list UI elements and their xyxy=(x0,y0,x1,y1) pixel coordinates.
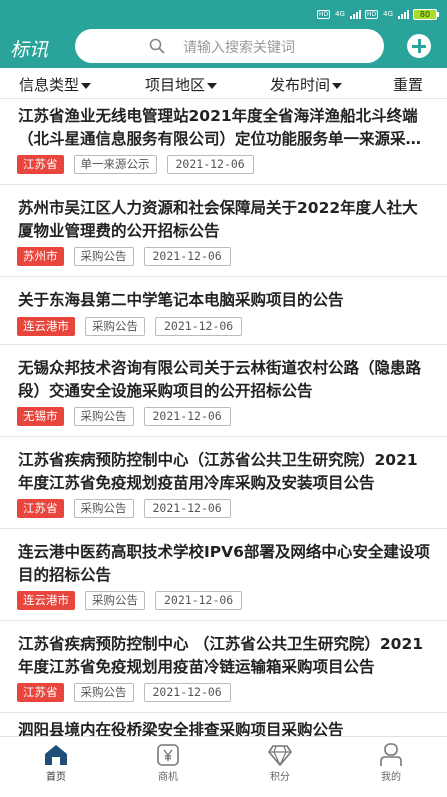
type-tag: 采购公告 xyxy=(85,591,145,610)
search-icon xyxy=(149,38,165,54)
home-icon xyxy=(45,745,67,765)
network-type-label-2: 4G xyxy=(383,9,393,18)
item-title: 无锡众邦技术咨询有限公司关于云林街道农村公路（隐患路段）交通安全设施采购项目的公… xyxy=(18,359,422,400)
caret-down-icon xyxy=(332,82,343,89)
date-tag: 2021-12-06 xyxy=(155,591,243,610)
item-tags: 江苏省 单一来源公示 2021-12-06 xyxy=(17,155,254,174)
list-item[interactable]: 连云港中医药高职技术学校IPV6部署及网络中心安全建设项目的招标公告 连云港市 … xyxy=(0,528,447,620)
filter-info-type[interactable]: 信息类型 xyxy=(19,74,92,95)
caret-down-icon xyxy=(81,82,92,89)
nav-home[interactable]: 首页 xyxy=(0,737,112,797)
filter-bar: 信息类型 项目地区 发布时间 重置 xyxy=(0,68,447,98)
search-placeholder: 请输入搜索关键词 xyxy=(183,40,295,56)
app-header: HD 4G HD 4G 80 标讯 请输入搜索关键词 xyxy=(0,0,447,68)
item-title: 关于东海县第二中学笔记本电脑采购项目的公告 xyxy=(18,291,344,309)
status-bar: HD 4G HD 4G 80 xyxy=(0,0,447,26)
search-input[interactable]: 请输入搜索关键词 xyxy=(75,29,384,63)
region-tag: 无锡市 xyxy=(17,407,64,426)
nav-home-label: 首页 xyxy=(46,772,66,783)
region-tag: 连云港市 xyxy=(17,591,75,610)
filter-publish-time-label: 发布时间 xyxy=(270,76,331,94)
battery-level: 80 xyxy=(413,8,437,20)
nav-mine-label: 我的 xyxy=(381,772,401,783)
type-tag: 采购公告 xyxy=(73,247,134,266)
nav-points[interactable]: 积分 xyxy=(224,737,336,797)
item-title: 江苏省疾病预防控制中心 （江苏省公共卫生研究院）2021年度江苏省免疫规划用疫苗… xyxy=(18,635,424,676)
date-tag: 2021-12-06 xyxy=(143,499,231,518)
region-tag: 苏州市 xyxy=(17,247,64,266)
diamond-icon xyxy=(268,745,292,767)
region-tag: 江苏省 xyxy=(17,683,64,702)
date-tag: 2021-12-06 xyxy=(166,155,254,174)
nav-business-label: 商机 xyxy=(158,772,178,783)
filter-project-region[interactable]: 项目地区 xyxy=(145,74,218,95)
item-title: 苏州市吴江区人力资源和社会保障局关于2022年度人社大厦物业管理费的公开招标公告 xyxy=(18,199,418,240)
region-tag: 连云港市 xyxy=(17,317,75,336)
bottom-nav: 首页 商机 积分 我的 xyxy=(0,736,447,797)
date-tag: 2021-12-06 xyxy=(155,317,243,336)
type-tag: 采购公告 xyxy=(85,317,145,336)
item-tags: 连云港市 采购公告 2021-12-06 xyxy=(17,317,243,336)
date-tag: 2021-12-06 xyxy=(143,247,231,266)
list-item[interactable]: 苏州市吴江区人力资源和社会保障局关于2022年度人社大厦物业管理费的公开招标公告… xyxy=(0,184,447,276)
app-title: 标讯 xyxy=(10,39,49,61)
item-tags: 连云港市 采购公告 2021-12-06 xyxy=(17,591,243,610)
list-item[interactable]: 江苏省疾病预防控制中心 （江苏省公共卫生研究院）2021年度江苏省免疫规划用疫苗… xyxy=(0,620,447,712)
list-item[interactable]: 无锡众邦技术咨询有限公司关于云林街道农村公路（隐患路段）交通安全设施采购项目的公… xyxy=(0,344,447,436)
item-title: 江苏省渔业无线电管理站2021年度全省海洋渔船北斗终端（北斗星通信息服务有限公司… xyxy=(18,107,422,148)
filter-info-type-label: 信息类型 xyxy=(19,76,80,94)
date-tag: 2021-12-06 xyxy=(143,407,231,426)
nav-mine[interactable]: 我的 xyxy=(335,737,447,797)
reset-button[interactable]: 重置 xyxy=(393,74,423,95)
item-tags: 江苏省 采购公告 2021-12-06 xyxy=(17,499,231,518)
nav-business[interactable]: 商机 xyxy=(112,737,224,797)
type-tag: 采购公告 xyxy=(73,407,134,426)
network-type-label: 4G xyxy=(335,9,345,18)
caret-down-icon xyxy=(207,82,218,89)
hd-badge: HD xyxy=(316,9,331,19)
item-tags: 江苏省 采购公告 2021-12-06 xyxy=(17,683,231,702)
type-tag: 采购公告 xyxy=(73,683,134,702)
reset-label: 重置 xyxy=(393,76,424,94)
yen-icon xyxy=(157,744,179,766)
add-button[interactable] xyxy=(407,34,431,58)
hd-badge-2: HD xyxy=(364,9,379,19)
item-title: 江苏省疾病预防控制中心（江苏省公共卫生研究院）2021年度江苏省免疫规划疫苗用冷… xyxy=(18,451,418,492)
item-tags: 苏州市 采购公告 2021-12-06 xyxy=(17,247,231,266)
date-tag: 2021-12-06 xyxy=(143,683,231,702)
type-tag: 采购公告 xyxy=(73,499,134,518)
list-item[interactable]: 江苏省渔业无线电管理站2021年度全省海洋渔船北斗终端（北斗星通信息服务有限公司… xyxy=(0,98,447,184)
list-item[interactable]: 江苏省疾病预防控制中心（江苏省公共卫生研究院）2021年度江苏省免疫规划疫苗用冷… xyxy=(0,436,447,528)
signal-icon xyxy=(349,9,361,19)
filter-publish-time[interactable]: 发布时间 xyxy=(270,74,343,95)
region-tag: 江苏省 xyxy=(17,499,64,518)
list-item[interactable]: 关于东海县第二中学笔记本电脑采购项目的公告 连云港市 采购公告 2021-12-… xyxy=(0,276,447,344)
item-title: 连云港中医药高职技术学校IPV6部署及网络中心安全建设项目的招标公告 xyxy=(18,543,430,584)
item-tags: 无锡市 采购公告 2021-12-06 xyxy=(17,407,231,426)
user-icon xyxy=(380,743,402,766)
nav-points-label: 积分 xyxy=(270,772,290,783)
battery-icon: 80 xyxy=(413,8,439,20)
region-tag: 江苏省 xyxy=(17,155,64,174)
signal-icon-2 xyxy=(398,9,409,19)
type-tag: 单一来源公示 xyxy=(73,155,157,174)
status-icons: HD 4G HD 4G 80 xyxy=(316,8,439,20)
filter-project-region-label: 项目地区 xyxy=(145,76,206,94)
